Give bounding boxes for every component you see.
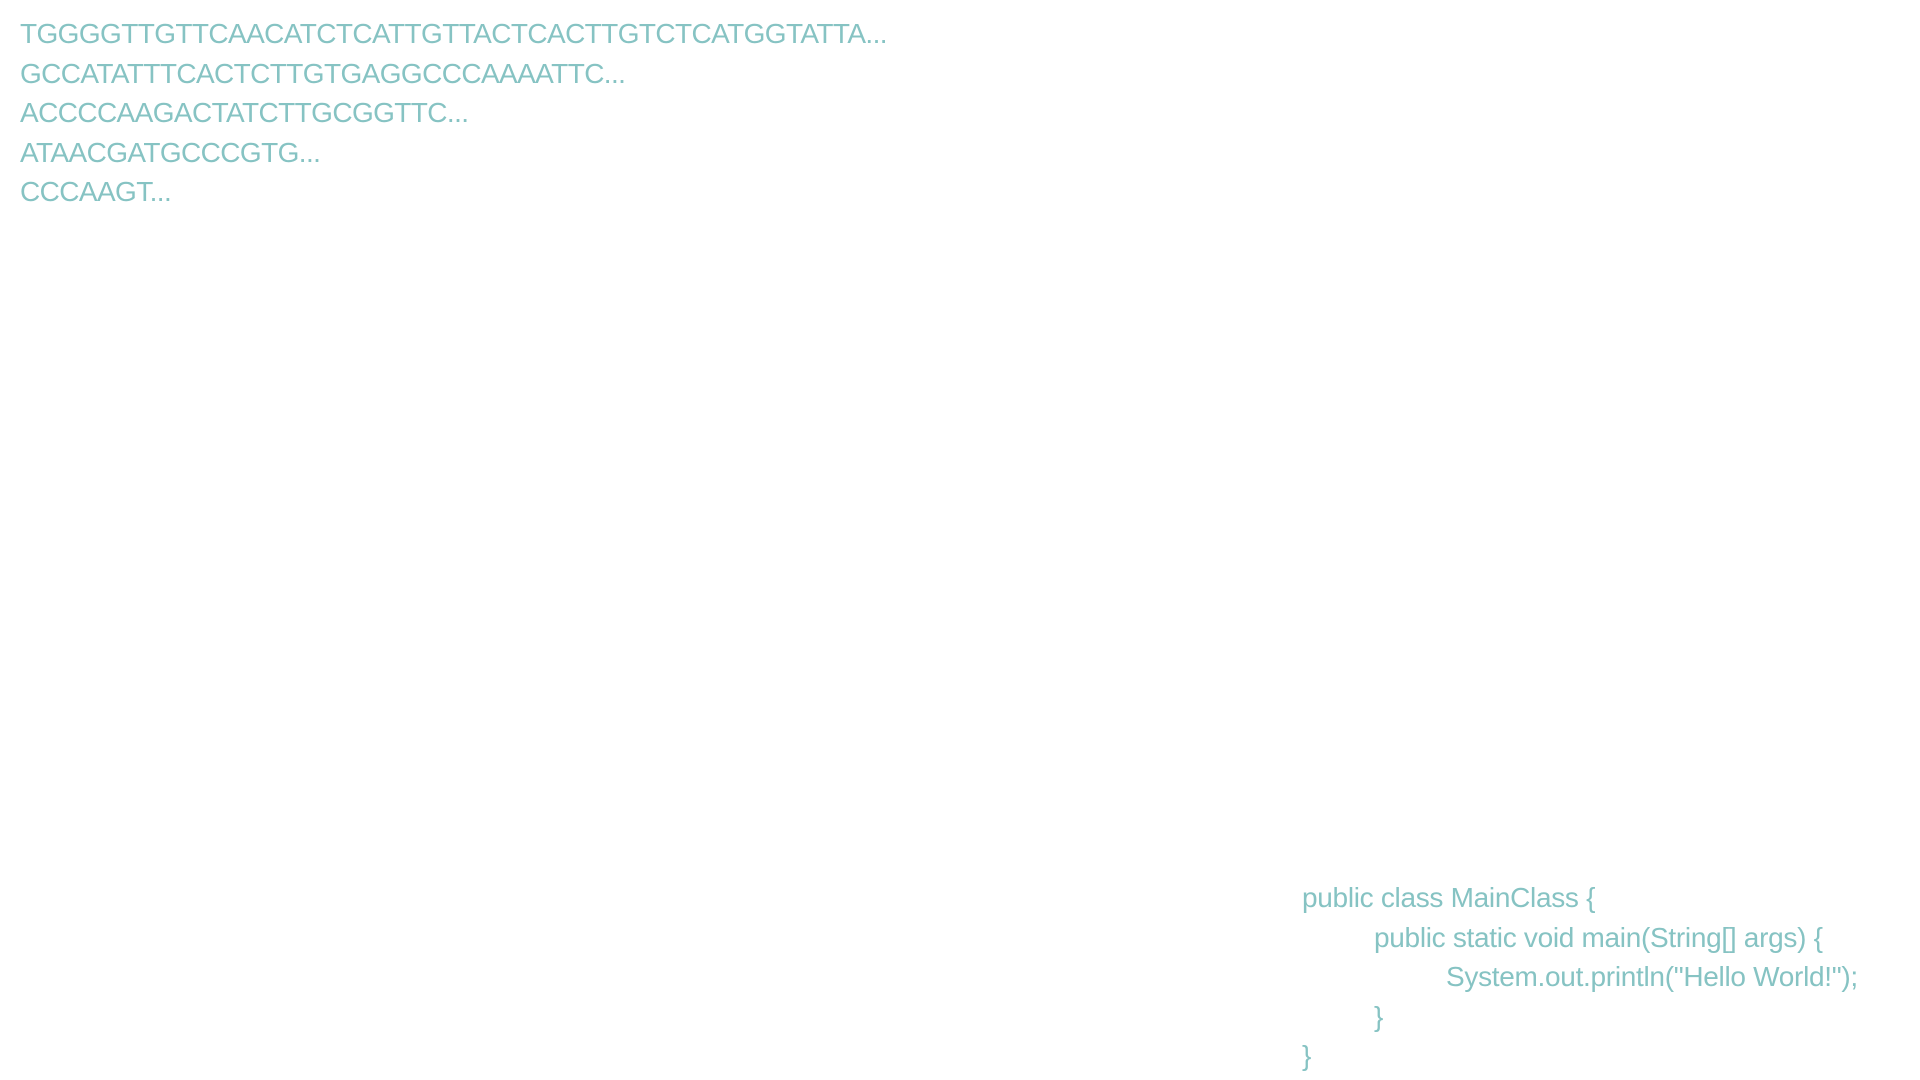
java-code-snippet: public class MainClass { public static v… [1302,878,1858,1076]
code-line-class-close-brace: } [1302,1040,1312,1071]
code-line-method-close-brace: } [1374,1000,1384,1032]
dna-sequence-list: TGGGGTTGTTCAACATCTCATTGTTACTCACTTGTCTCAT… [20,14,888,212]
dna-sequence-line: CCCAAGT... [20,176,172,207]
dna-sequence-line: GCCATATTTCACTCTTGTGAGGCCCAAAATTC... [20,57,626,89]
dna-sequence-line: TGGGGTTGTTCAACATCTCATTGTTACTCACTTGTCTCAT… [20,18,888,49]
dna-sequence-line: ATAACGATGCCCGTG... [20,136,321,168]
dna-sequence-line: ACCCCAAGACTATCTTGCGGTTC... [20,97,469,128]
code-line-class-declaration: public class MainClass { [1302,882,1596,913]
code-line-println: System.out.println("Hello World!"); [1446,961,1858,992]
code-line-main-method: public static void main(String[] args) { [1374,921,1823,953]
